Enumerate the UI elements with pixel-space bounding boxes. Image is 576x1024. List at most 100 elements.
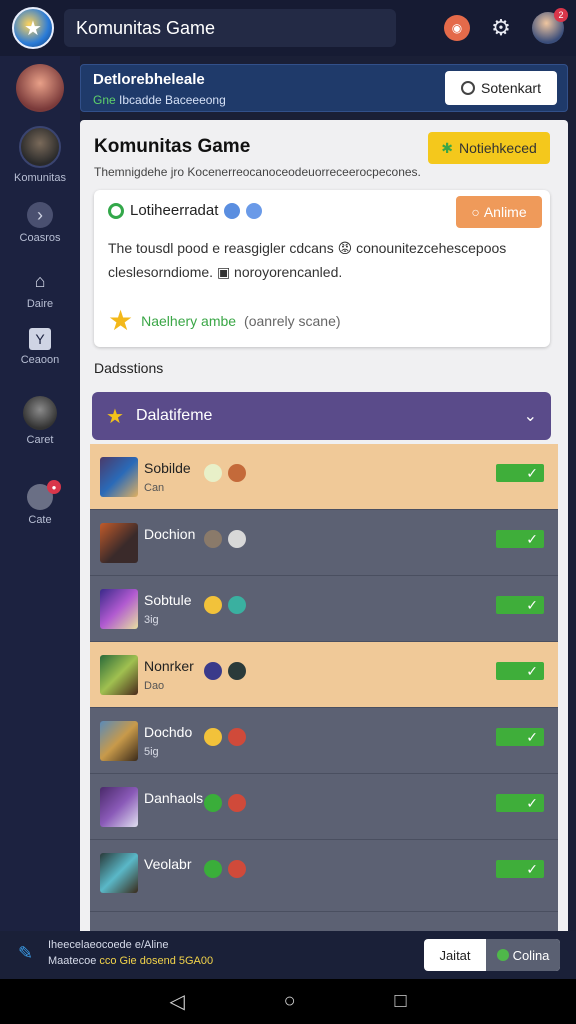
badge-icon [228,662,246,680]
sidebar-item-komunitas[interactable]: Komunitas [0,126,80,184]
sidebar-item-label: Daire [26,298,54,310]
check-toggle[interactable]: ✓ [496,464,544,482]
verified-icon [224,202,241,219]
status-line-2: Maatecoe cco Gie dosend 5GA00 [48,955,213,967]
community-panel: Komunitas Game Themnigdehe jro Kocenerre… [80,120,568,931]
list-item-subtitle: Dao [144,680,165,692]
sparkle-icon: ✱ [441,139,453,156]
sidebar-item-label: Komunitas [14,172,66,184]
banner-subtitle-text: Ibcadde Baceeeong [115,93,226,107]
gear-icon[interactable]: ⚙ [488,15,514,41]
search-icon [461,81,476,95]
list-item[interactable]: Dochion ✓ [90,510,558,576]
home-icon[interactable]: ○ [284,990,296,1013]
community-card: Lotiheerradat ○ Anlime The tousdl pood e… [94,190,550,347]
list-item[interactable] [90,912,558,931]
list-item[interactable]: Nonrker Dao ✓ [90,642,558,708]
home-icon: ⌂ [34,270,46,291]
game-thumbnail [100,655,138,695]
sidebar-item-cate[interactable]: ● Cate [0,480,80,526]
game-thumbnail [100,721,138,761]
sidebar: Komunitas › Coasros ⌂ Daire Y Ceaoon Car… [0,56,80,931]
card-description: The tousdl pood e reasgigler cdcans 😡 co… [108,240,507,280]
sidebar-item-label: Cate [28,514,52,526]
check-circle-icon [204,860,222,878]
chevron-down-icon: ⌄ [523,408,537,425]
sidebar-item-caret[interactable]: Caret [0,396,80,446]
group-dropdown[interactable]: ★ Dalatifeme ⌄ [92,392,551,440]
check-toggle[interactable]: ✓ [496,860,544,878]
game-thumbnail [100,787,138,827]
list-item[interactable]: Sobtule 3ig ✓ [90,576,558,642]
calendar-icon: Y [29,328,51,350]
rating-note: (oanrely scane) [244,312,341,329]
top-bar: ★ Komunitas Game ◉ ⚙ 2 [0,0,576,56]
badge-icon [228,530,246,548]
komunitas-icon [19,126,61,168]
notification-count-badge: 2 [554,8,568,22]
rating-label: Naelhery ambe [141,312,237,329]
back-icon[interactable]: ◁ [169,989,184,1014]
app-logo-icon[interactable]: ★ [12,7,54,49]
pen-icon: ✎ [18,943,34,963]
sidebar-item-label: Caret [26,434,54,446]
check-toggle[interactable]: ✓ [496,662,544,680]
app-title: Komunitas Game [64,9,396,47]
avatar[interactable]: 2 [532,8,568,44]
profile-picture [16,64,64,112]
announcement-banner: Detlorebheleale Gne Ibcadde Baceeeong So… [80,64,568,112]
list-item-title: Nonrker [144,658,194,674]
check-circle-icon [204,794,222,812]
list-item-title: Dochdo [144,724,193,740]
notification-button[interactable]: ✱ Notiehkeced [428,132,550,164]
list-item-title: Danhaols [144,790,204,806]
play-icon: › [27,202,53,228]
status-toggle[interactable]: Jaitat Colina [424,939,560,971]
list-item-subtitle: Can [144,482,165,494]
status-right-button[interactable]: Colina [486,939,560,971]
banner-title: Detlorebheleale [93,71,205,88]
section-label: Dadsstions [94,360,164,376]
list-item-title: Sobilde [144,460,191,476]
status-right-label: Colina [512,947,550,963]
list-item[interactable]: Veolabr ✓ [90,840,558,912]
banner-button[interactable]: Sotenkart [445,71,557,105]
emoji-icon [204,728,222,746]
status-line-2-text: Maatecoe [48,955,100,967]
check-toggle[interactable]: ✓ [496,530,544,548]
game-thumbnail [100,457,138,497]
chat-badge: ● [47,480,61,494]
sidebar-item-daire[interactable]: ⌂ Daire [0,268,80,311]
badge-icon [228,596,246,614]
sidebar-item-profile[interactable] [0,64,80,112]
check-toggle[interactable]: ✓ [496,728,544,746]
check-toggle[interactable]: ✓ [496,794,544,812]
list-item-title: Sobtule [144,592,192,608]
list-item[interactable]: Danhaols ✓ [90,774,558,840]
notification-icon[interactable]: ◉ [444,15,470,41]
list-item-title: Dochion [144,526,196,542]
banner-subtitle-highlight: Gne [93,93,116,107]
status-line-1: Iheecelaeocoede e/Aline [48,939,169,951]
list-item-subtitle: 5ig [144,746,159,758]
list-item[interactable]: Sobilde Can ✓ [90,444,558,510]
recents-icon[interactable]: □ [394,990,406,1013]
group-dropdown-label: Dalatifeme [135,407,213,424]
status-bar: ✎ Iheecelaeocoede e/Aline Maatecoe cco G… [0,931,576,979]
list-item[interactable]: Dochdo 5ig ✓ [90,708,558,774]
top-icons: ◉ ⚙ 2 [444,8,568,44]
online-status-button[interactable]: ○ Anlime [456,196,542,228]
star-icon: ★ [108,305,134,336]
card-heading-text: Lotiheerradat [130,202,219,219]
rating-line: ★ Naelhery ambe (oanrely scane) [108,304,341,337]
sidebar-item-ceaoon[interactable]: Y Ceaoon [0,328,80,366]
sidebar-item-coasros[interactable]: › Coasros [0,202,80,244]
game-icon [23,396,57,430]
emoji-icon [204,596,222,614]
game-thumbnail [100,589,138,629]
status-left-button[interactable]: Jaitat [424,939,486,971]
check-toggle[interactable]: ✓ [496,596,544,614]
list-item-title: Veolabr [144,856,192,872]
emoji-icon [204,464,222,482]
power-icon: ○ [471,204,480,220]
